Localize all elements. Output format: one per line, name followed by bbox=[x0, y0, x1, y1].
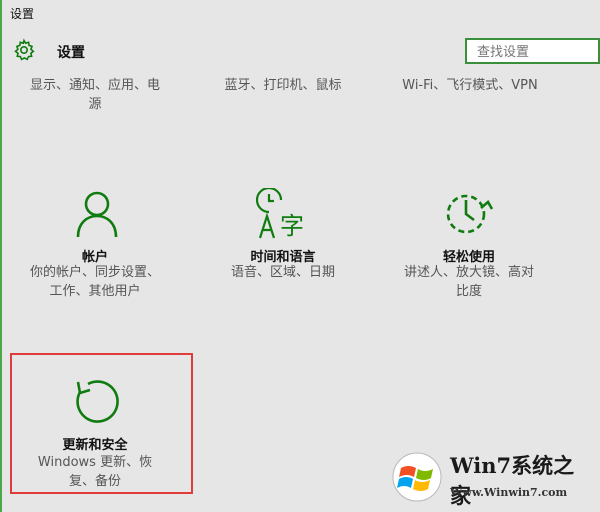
tile-update-security-desc: Windows 更新、恢 复、备份 bbox=[20, 453, 170, 491]
system-desc-line1: 显示、通知、应用、电 bbox=[29, 78, 160, 93]
watermark: Win7系统之家 Www.Winwin7.com bbox=[392, 448, 592, 508]
refresh-icon bbox=[76, 380, 119, 423]
search-input[interactable] bbox=[475, 41, 599, 63]
devices-desc[interactable]: 蓝牙、打印机、鼠标 bbox=[208, 76, 358, 95]
tile-ease-of-access[interactable]: 轻松使用 讲述人、放大镜、高对 比度 bbox=[394, 185, 544, 305]
window-left-border bbox=[0, 0, 2, 512]
tile-ease-of-access-desc-line1: 讲述人、放大镜、高对 bbox=[403, 265, 534, 280]
tile-update-security-desc-line2: 复、备份 bbox=[68, 474, 121, 489]
devices-desc-line1: 蓝牙、打印机、鼠标 bbox=[224, 78, 342, 93]
tile-accounts-desc-line2: 工作、其他用户 bbox=[49, 284, 141, 299]
watermark-url: Www.Winwin7.com bbox=[450, 486, 568, 499]
ease-of-access-icon bbox=[446, 194, 494, 234]
tile-accounts-desc-line1: 你的帐户、同步设置、 bbox=[29, 265, 160, 280]
tile-accounts[interactable]: 帐户 你的帐户、同步设置、 工作、其他用户 bbox=[20, 185, 170, 305]
tile-time-language[interactable]: 字 时间和语言 语音、区域、日期 bbox=[208, 185, 358, 285]
tile-update-security[interactable]: 更新和安全 Windows 更新、恢 复、备份 bbox=[20, 375, 170, 490]
tile-update-security-desc-line1: Windows 更新、恢 bbox=[37, 455, 153, 470]
watermark-brand: Win7系统之家 bbox=[450, 453, 575, 508]
settings-header: 设置 bbox=[12, 38, 600, 66]
network-desc[interactable]: Wi-Fi、飞行模式、VPN bbox=[390, 76, 550, 95]
tile-update-security-label: 更新和安全 bbox=[62, 438, 128, 453]
tile-ease-of-access-desc-line2: 比度 bbox=[455, 284, 482, 299]
system-desc-line2: 源 bbox=[88, 97, 102, 112]
network-desc-line1: Wi-Fi、飞行模式、VPN bbox=[402, 78, 538, 93]
gear-icon bbox=[14, 38, 35, 61]
system-desc[interactable]: 显示、通知、应用、电 源 bbox=[20, 76, 170, 114]
time-language-icon: 字 bbox=[255, 188, 304, 240]
tile-time-language-desc: 语音、区域、日期 bbox=[208, 263, 358, 282]
svg-text:字: 字 bbox=[280, 212, 304, 240]
tile-time-language-desc-line1: 语音、区域、日期 bbox=[230, 265, 335, 280]
search-box[interactable] bbox=[465, 38, 600, 64]
tile-accounts-desc: 你的帐户、同步设置、 工作、其他用户 bbox=[20, 263, 170, 301]
page-title: 设置 bbox=[57, 45, 85, 61]
tile-ease-of-access-desc: 讲述人、放大镜、高对 比度 bbox=[394, 263, 544, 301]
window-title: 设置 bbox=[10, 7, 35, 21]
windows-logo-icon bbox=[392, 452, 442, 502]
person-icon bbox=[76, 191, 118, 238]
